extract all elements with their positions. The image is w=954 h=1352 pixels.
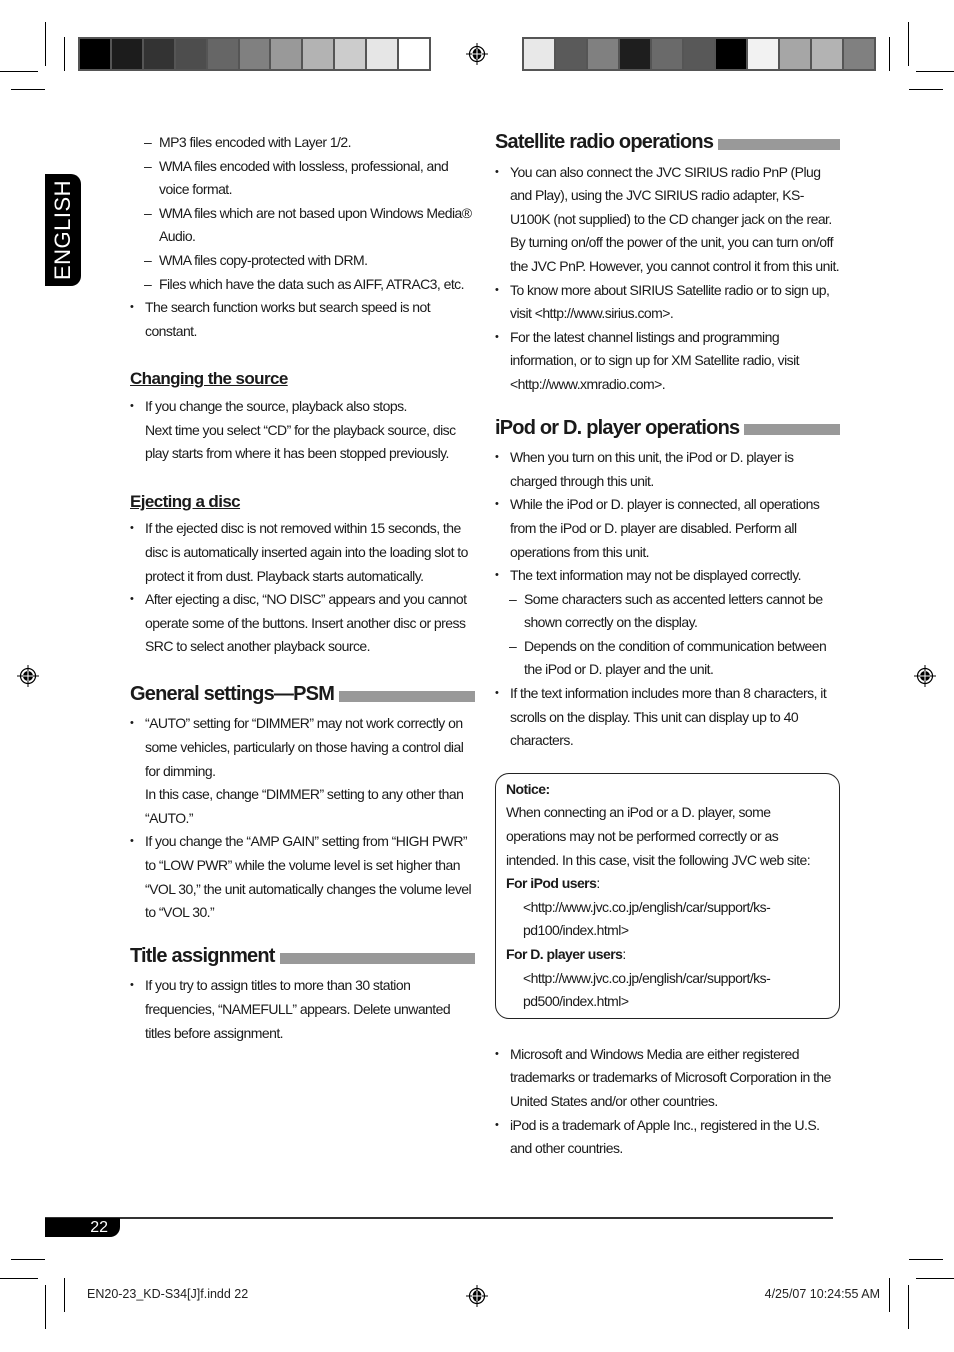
color-swatch [143, 39, 174, 69]
color-swatch [303, 39, 334, 69]
color-swatch [367, 39, 398, 69]
section-heading-satellite-radio: Satellite radio operations [495, 131, 840, 155]
section-heading-changing-source: Changing the source [130, 369, 288, 389]
list-item: If the ejected disc is not removed withi… [130, 517, 475, 588]
list-item: If you change the “AMP GAIN” setting fro… [130, 830, 475, 924]
list-item: – Depends on the condition of communicati… [509, 637, 827, 678]
color-swatch [588, 39, 618, 69]
list-item: While the iPod or D. player is connected… [495, 493, 840, 564]
notice-box: Notice: When connecting an iPod or a D. … [495, 772, 840, 1019]
heading-rule [279, 952, 475, 964]
list-item: If the text information includes more th… [495, 682, 840, 753]
crop-mark [908, 22, 909, 66]
color-swatch [620, 39, 650, 69]
left-column: – MP3 files encoded with Layer 1/2. – WMA … [130, 131, 475, 1045]
language-tab: ENGLISH [45, 174, 81, 286]
crop-mark [889, 1278, 890, 1312]
color-swatch [716, 39, 746, 69]
crop-mark [916, 1278, 954, 1279]
crop-mark [909, 89, 943, 90]
crop-mark [11, 1259, 45, 1260]
ejecting-disc-list: If the ejected disc is not removed withi… [130, 517, 475, 659]
heading-rule [718, 138, 840, 150]
list-item: – MP3 files encoded with Layer 1/2. [144, 134, 352, 150]
section-heading-ejecting-disc: Ejecting a disc [130, 491, 241, 511]
list-item: You can also connect the JVC SIRIUS radi… [495, 161, 840, 279]
crop-mark [889, 37, 890, 71]
crop-mark [45, 22, 46, 66]
color-swatch [207, 39, 238, 69]
crop-mark [908, 1285, 909, 1329]
color-calibration-bar-left [78, 37, 431, 71]
general-settings-list: “AUTO” setting for “DIMMER” may not work… [130, 712, 475, 924]
list-item: – WMA files copy-protected with DRM. [144, 251, 368, 268]
list-item: – WMA files which are not based upon Wind… [144, 204, 472, 245]
crop-mark [64, 1278, 65, 1312]
list-item: To know more about SIRIUS Satellite radi… [495, 279, 840, 326]
section-heading-ipod-operations: iPod or D. player operations [495, 417, 840, 441]
color-swatch [399, 39, 429, 69]
crop-mark [45, 1285, 46, 1329]
section-heading-general-settings: General settings—PSM [130, 683, 475, 707]
crop-mark [0, 1278, 38, 1279]
color-swatch [812, 39, 842, 69]
satellite-radio-list: You can also connect the JVC SIRIUS radi… [495, 161, 840, 397]
color-swatch [175, 39, 206, 69]
title-assignment-list: If you try to assign titles to more than… [130, 974, 475, 1045]
notice-title: Notice: [506, 780, 550, 797]
registration-mark-icon [466, 1285, 488, 1307]
list-item: If you change the source, playback also … [130, 395, 475, 466]
list-item: The text information may not be displaye… [495, 564, 840, 588]
color-swatch [524, 39, 554, 69]
crop-mark [64, 37, 65, 71]
color-swatch [271, 39, 302, 69]
list-item: – Files which have the data such as AIFF,… [144, 275, 465, 292]
color-calibration-bar-right [522, 37, 876, 71]
ipod-operations-list: When you turn on this unit, the iPod or … [495, 446, 840, 753]
list-item: – WMA files encoded with lossless, profes… [144, 157, 449, 198]
changing-source-list: If you change the source, playback also … [130, 395, 475, 466]
footer-rule [45, 1217, 833, 1219]
unsupported-files-list: – MP3 files encoded with Layer 1/2. – WMA … [130, 131, 475, 343]
color-swatch [652, 39, 682, 69]
heading-rule [339, 690, 475, 702]
color-swatch [844, 39, 874, 69]
list-item: iPod is a trademark of Apple Inc., regis… [495, 1114, 840, 1161]
list-item: After ejecting a disc, “NO DISC” appears… [130, 588, 475, 659]
list-item: – Some characters such as accented letter… [509, 590, 823, 631]
section-heading-title-assignment: Title assignment [130, 945, 475, 969]
heading-rule [744, 424, 840, 436]
list-item: Microsoft and Windows Media are either r… [495, 1043, 840, 1114]
language-tab-label: ENGLISH [50, 179, 75, 281]
list-item: For the latest channel listings and prog… [495, 326, 840, 397]
list-item: When you turn on this unit, the iPod or … [495, 446, 840, 493]
crop-mark [11, 89, 45, 90]
color-swatch [111, 39, 142, 69]
registration-mark-icon [17, 665, 39, 687]
color-swatch [780, 39, 810, 69]
right-column: Satellite radio operations You can also … [495, 131, 840, 1161]
registration-mark-icon [466, 43, 488, 65]
color-swatch [80, 39, 110, 69]
trademarks-list: Microsoft and Windows Media are either r… [495, 1043, 840, 1161]
list-item: The search function works but search spe… [130, 296, 475, 343]
list-item: If you try to assign titles to more than… [130, 974, 475, 1045]
registration-mark-icon [914, 665, 936, 687]
list-item: “AUTO” setting for “DIMMER” may not work… [130, 712, 475, 830]
color-swatch [239, 39, 270, 69]
slug-filename: EN20-23_KD-S34[J]f.indd 22 [87, 1287, 249, 1301]
notice-ipod-link: For iPod users: <http://www.jvc.co.jp/en… [506, 875, 771, 939]
color-swatch [556, 39, 586, 69]
notice-body: When connecting an iPod or a D. player, … [506, 804, 811, 868]
crop-mark [916, 71, 954, 72]
crop-mark [909, 1259, 943, 1260]
notice-dplayer-link: For D. player users: <http://www.jvc.co.… [506, 946, 771, 1010]
crop-mark [0, 71, 38, 72]
color-swatch [748, 39, 778, 69]
color-swatch [335, 39, 366, 69]
color-swatch [684, 39, 714, 69]
slug-timestamp: 4/25/07 10:24:55 AM [764, 1287, 880, 1301]
page-number: 22 [45, 1218, 120, 1237]
